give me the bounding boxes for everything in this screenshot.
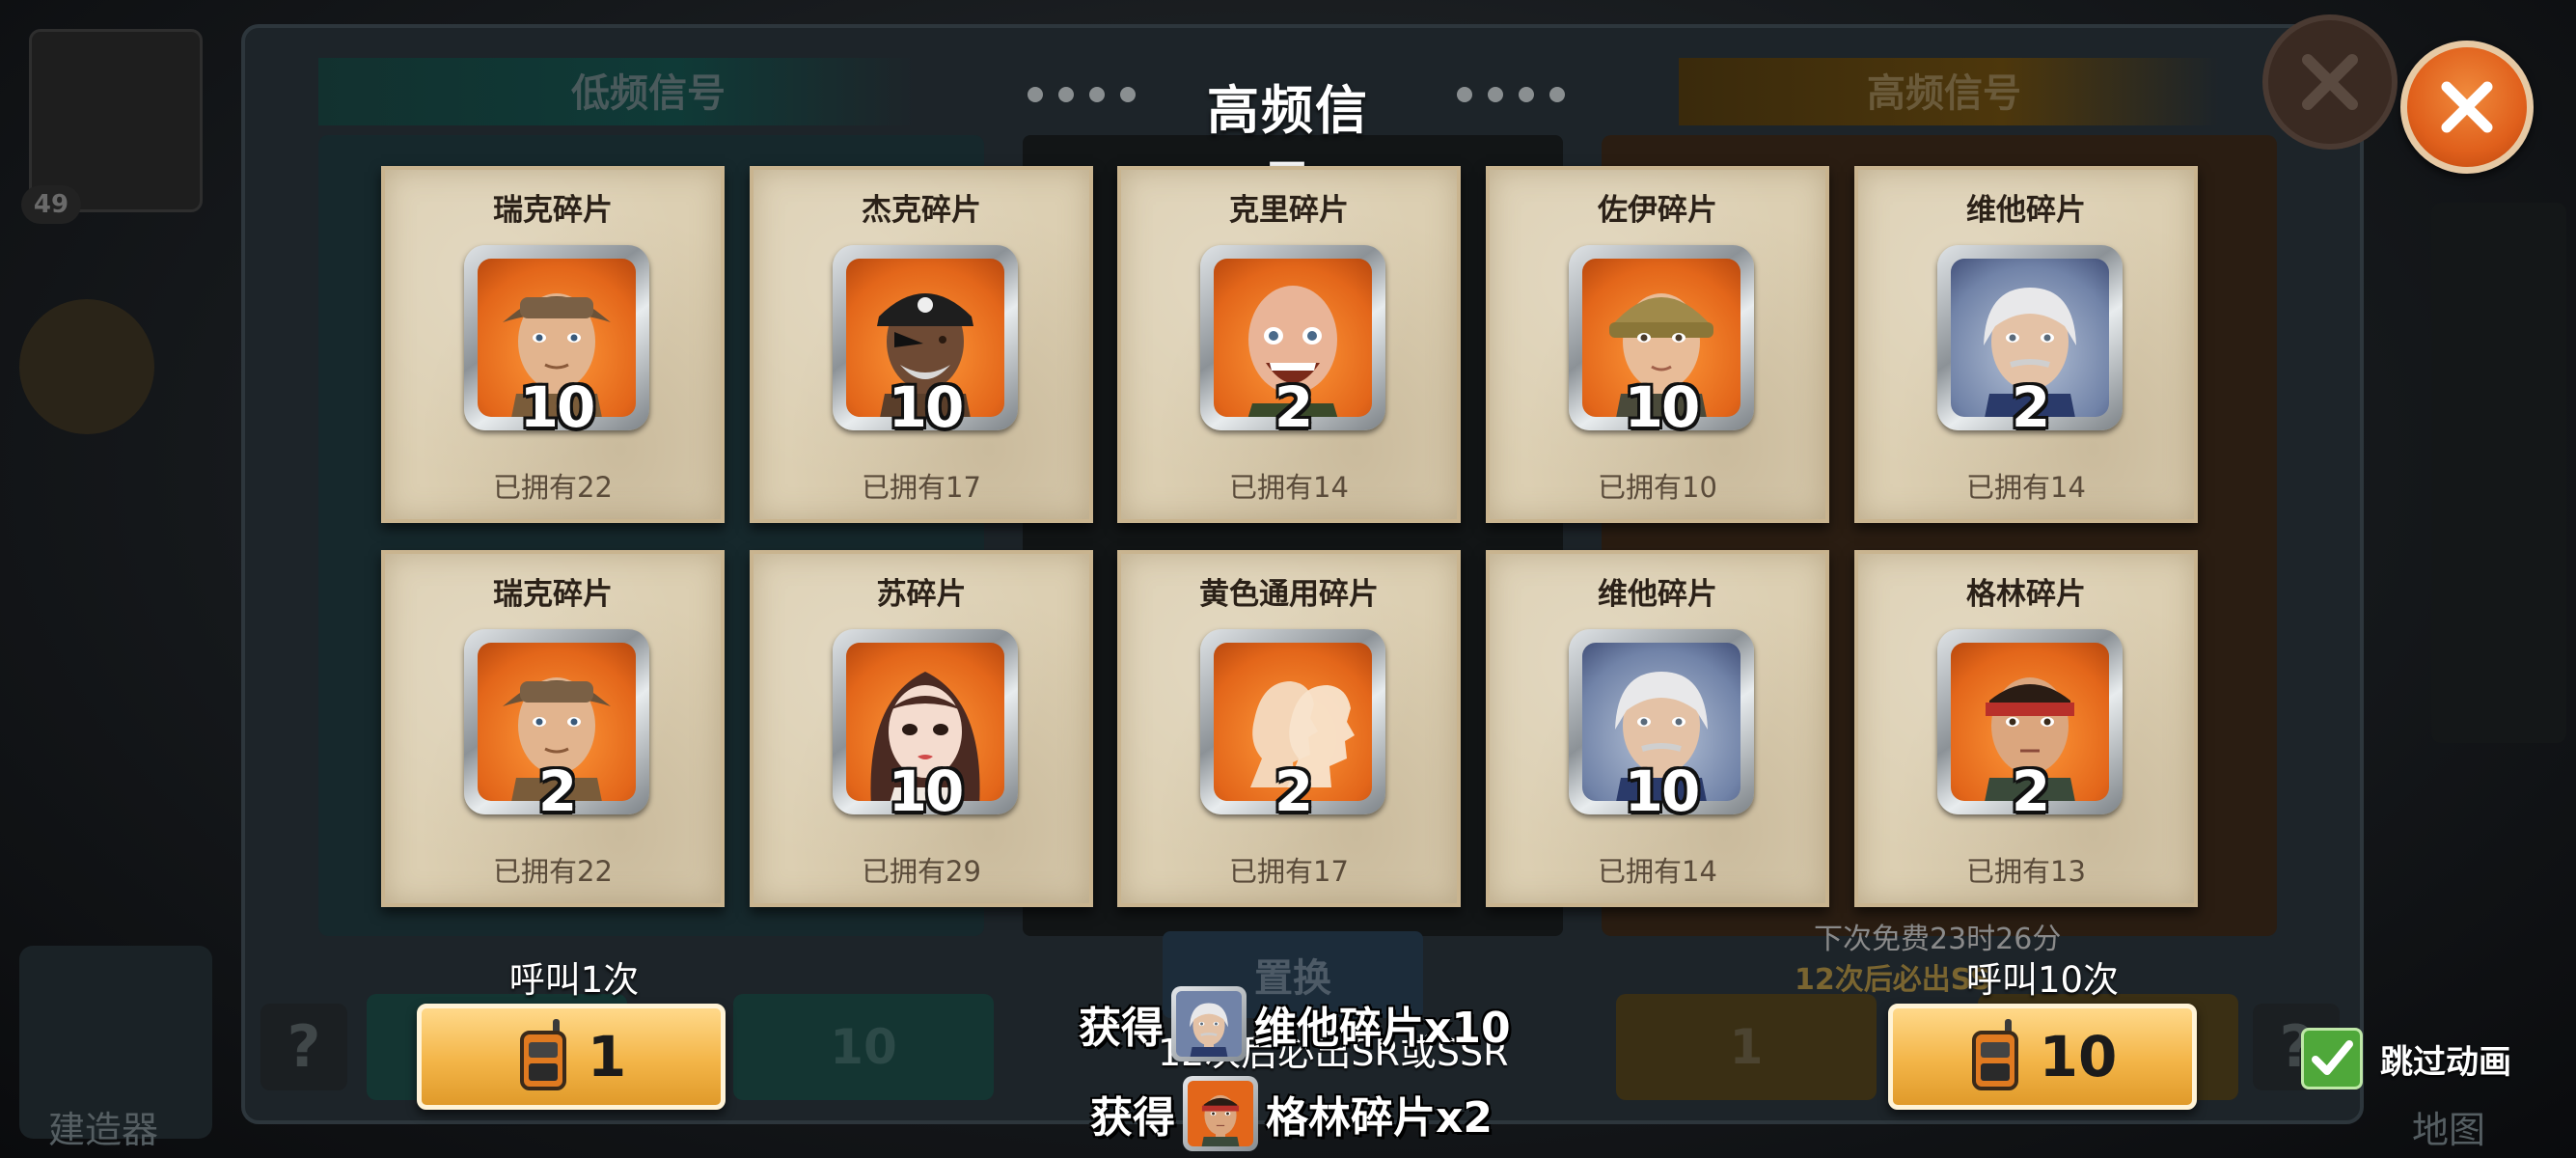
hero-portrait: 2: [1937, 629, 2123, 824]
shard-name: 瑞克碎片: [493, 577, 613, 612]
dim-call-ten-low: 10: [733, 994, 994, 1100]
dim-cost: 10: [830, 1019, 897, 1075]
shard-card: 苏碎片 10 已拥有29: [750, 550, 1093, 907]
shard-count: 10: [888, 758, 965, 824]
reward-prefix: 获得: [1079, 1004, 1164, 1053]
hero-portrait: 10: [464, 245, 649, 440]
shard-count: 10: [1624, 758, 1701, 824]
hero-portrait: 10: [833, 245, 1018, 440]
shard-count: 10: [888, 374, 965, 440]
owned-count: 已拥有29: [862, 855, 981, 888]
shard-card: 维他碎片 10 已拥有14: [1486, 550, 1829, 907]
shard-name: 维他碎片: [1598, 577, 1717, 612]
right-side-list: [2431, 203, 2566, 743]
close-icon: [2441, 81, 2493, 133]
shard-count: 2: [1274, 374, 1313, 440]
owned-count: 已拥有14: [1966, 471, 2086, 504]
player-level: 49: [21, 185, 81, 224]
owned-count: 已拥有22: [493, 471, 613, 504]
shard-name: 佐伊碎片: [1598, 193, 1717, 228]
build-label: 建造器: [48, 1109, 159, 1151]
hero-portrait: 10: [833, 629, 1018, 824]
shard-card: 克里碎片 2 已拥有14: [1117, 166, 1461, 523]
shard-count: 2: [2011, 374, 2050, 440]
hero-portrait: 2: [464, 629, 649, 824]
shard-count: 2: [537, 758, 577, 824]
vita-thumbnail: [1171, 986, 1247, 1062]
hero-portrait: 10: [1569, 629, 1754, 824]
shard-name: 黄色通用碎片: [1199, 577, 1379, 612]
call-once-label: 呼叫1次: [508, 959, 640, 1001]
shard-count: 10: [519, 374, 596, 440]
help-button-left: ?: [260, 1004, 347, 1090]
skip-animation-label: 跳过动画: [2380, 1042, 2511, 1082]
call-ten-cost: 10: [2039, 1024, 2118, 1089]
hero-portrait: 2: [1200, 245, 1385, 440]
title-dots-right: [1457, 87, 1565, 102]
owned-count: 已拥有14: [1598, 855, 1717, 888]
walkie-talkie-icon: [1968, 1019, 2022, 1094]
owned-count: 已拥有17: [862, 471, 981, 504]
shard-count: 2: [2011, 758, 2050, 824]
owned-count: 已拥有10: [1598, 471, 1717, 504]
reward-text: 维他碎片x10: [1254, 1004, 1511, 1053]
close-button[interactable]: [2400, 41, 2534, 174]
reward-notice-2: 获得 格林碎片x2: [1090, 1076, 1493, 1151]
skip-animation-toggle[interactable]: 跳过动画: [2301, 1028, 2511, 1089]
low-signal-tab-label: 低频信号: [571, 71, 726, 116]
owned-count: 已拥有22: [493, 855, 613, 888]
side-icon: [19, 299, 154, 434]
shard-card: 格林碎片 2 已拥有13: [1854, 550, 2198, 907]
reward-notice-1: 获得 维他碎片x10: [1079, 986, 1511, 1062]
reward-prefix: 获得: [1090, 1093, 1175, 1143]
shard-card: 维他碎片 2 已拥有14: [1854, 166, 2198, 523]
shard-name: 克里碎片: [1229, 193, 1349, 228]
owned-count: 已拥有13: [1966, 855, 2086, 888]
hero-portrait: 10: [1569, 245, 1754, 440]
title-dots-left: [1028, 87, 1136, 102]
shard-name: 杰克碎片: [862, 193, 981, 228]
walkie-talkie-icon: [516, 1019, 570, 1094]
green-thumbnail: [1183, 1076, 1258, 1151]
shard-name: 瑞克碎片: [493, 193, 613, 228]
call-ten-label: 呼叫10次: [1965, 959, 2120, 1001]
dim-close-icon: [2262, 14, 2398, 150]
map-label: 地图: [2412, 1109, 2486, 1151]
high-signal-tab-label: 高频信号: [1867, 71, 2021, 116]
owned-count: 已拥有14: [1229, 471, 1349, 504]
shard-count: 2: [1274, 758, 1313, 824]
call-once-button[interactable]: 1: [417, 1004, 726, 1110]
shard-name: 维他碎片: [1966, 193, 2086, 228]
shard-card: 瑞克碎片 10 已拥有22: [381, 166, 725, 523]
shard-name: 苏碎片: [876, 577, 967, 612]
hero-portrait: 2: [1937, 245, 2123, 440]
owned-count: 已拥有17: [1229, 855, 1349, 888]
hero-portrait: 2: [1200, 629, 1385, 824]
check-icon: [2312, 1040, 2353, 1075]
call-once-cost: 1: [587, 1024, 627, 1089]
shard-name: 格林碎片: [1966, 577, 2086, 612]
dim-call-once-high: 1: [1616, 994, 1877, 1100]
call-ten-button[interactable]: 10: [1888, 1004, 2197, 1110]
skip-animation-checkbox[interactable]: [2301, 1028, 2363, 1089]
shard-card: 佐伊碎片 10 已拥有10: [1486, 166, 1829, 523]
shard-card: 瑞克碎片 2 已拥有22: [381, 550, 725, 907]
dim-cost: 1: [1729, 1019, 1764, 1075]
reward-text: 格林碎片x2: [1266, 1093, 1493, 1143]
shard-count: 10: [1624, 374, 1701, 440]
shard-card: 杰克碎片 10 已拥有17: [750, 166, 1093, 523]
shard-card: 黄色通用碎片 2 已拥有17: [1117, 550, 1461, 907]
